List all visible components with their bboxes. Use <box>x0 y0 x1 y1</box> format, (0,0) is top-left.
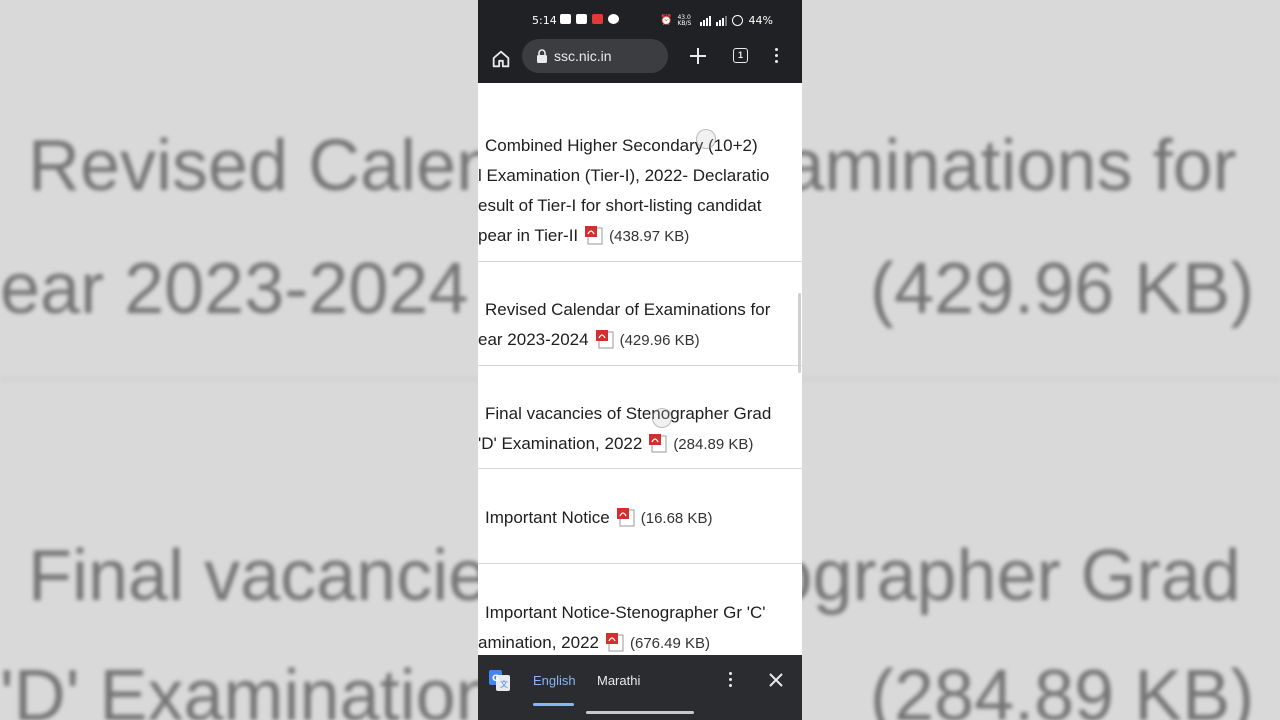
notice-line: Combined Higher Secondary (10+2) <box>485 136 758 155</box>
signal-icon <box>700 15 712 26</box>
notice-list: Combined Higher Secondary (10+2) l Exami… <box>478 83 802 655</box>
notice-line-last: 'D' Examination, 2022 (284.89 KB) <box>478 429 753 460</box>
notice-line-last: Important Notice (16.68 KB) <box>485 503 712 534</box>
battery-icon <box>732 15 744 26</box>
close-icon[interactable] <box>768 672 784 688</box>
network-speed: 43.0 KB/S <box>677 13 692 27</box>
file-size: (676.49 KB) <box>629 635 711 652</box>
notice-line: Revised Calendar of Examinations for <box>485 300 771 319</box>
phone-screen: 5:14 ⏰ 43.0 KB/S 44% ssc.nic.in 1 Combin… <box>478 0 802 720</box>
list-item[interactable]: Revised Calendar of Examinations for ear… <box>478 295 802 365</box>
pdf-icon[interactable] <box>605 632 624 652</box>
tab-marathi[interactable]: Marathi <box>597 673 640 688</box>
system-icons: ⏰ 43.0 KB/S 44% <box>660 14 773 27</box>
list-item[interactable]: Important Notice-Stenographer Gr 'C' ami… <box>478 598 802 655</box>
signal-icon-2 <box>716 15 728 26</box>
file-size: (438.97 KB) <box>609 228 690 245</box>
notification-icons <box>560 14 619 24</box>
bg-text-size-2: (284.89 KB) <box>870 656 1255 720</box>
home-icon[interactable] <box>490 48 512 70</box>
pdf-icon[interactable] <box>595 329 614 349</box>
notice-line-last: pear in Tier-II (438.97 KB) <box>478 221 689 252</box>
divider <box>478 468 802 469</box>
list-item[interactable]: Combined Higher Secondary (10+2) l Exami… <box>478 131 802 261</box>
browser-toolbar: ssc.nic.in 1 <box>478 39 802 83</box>
tab-switcher-button[interactable]: 1 <box>733 48 748 63</box>
svg-text:文: 文 <box>500 679 508 689</box>
spotify-icon <box>608 14 619 24</box>
list-item[interactable]: Important Notice (16.68 KB) <box>478 503 802 543</box>
tab-english[interactable]: English <box>533 673 576 688</box>
notice-line: Final vacancies of Stenographer Grad <box>485 404 772 423</box>
gesture-nav-handle[interactable] <box>586 711 694 714</box>
divider <box>478 365 802 366</box>
notice-line: amination, 2022 <box>478 633 599 652</box>
file-size: (16.68 KB) <box>640 510 713 527</box>
bg-text-size-1: (429.96 KB) <box>870 249 1255 329</box>
translate-bar: G 文 English Marathi <box>478 655 802 720</box>
svg-text:G: G <box>492 674 499 684</box>
alarm-icon: ⏰ <box>660 15 673 26</box>
notice-line-last: ear 2023-2024 (429.96 KB) <box>478 325 700 356</box>
notice-line: esult of Tier-I for short-listing candid… <box>478 196 762 215</box>
address-bar[interactable]: ssc.nic.in <box>522 39 668 73</box>
file-size: (284.89 KB) <box>673 436 754 453</box>
url-text: ssc.nic.in <box>554 48 612 64</box>
bg-text-examination: 'D' Examination <box>0 656 496 720</box>
divider <box>478 563 802 564</box>
google-translate-icon: G 文 <box>489 670 510 691</box>
pdf-icon[interactable] <box>584 225 603 245</box>
pdf-icon[interactable] <box>616 507 635 527</box>
divider <box>478 261 802 262</box>
active-tab-indicator <box>533 703 574 706</box>
file-size: (429.96 KB) <box>619 332 700 349</box>
touch-indicator <box>652 408 672 428</box>
recorder-icon <box>592 14 603 24</box>
notice-line: 'D' Examination, 2022 <box>478 434 643 453</box>
notice-line: Important Notice <box>485 508 610 527</box>
bg-text-year: ear 2023-2024 <box>0 249 469 329</box>
pdf-icon[interactable] <box>648 433 667 453</box>
browser-menu-icon[interactable] <box>773 48 779 66</box>
lock-icon <box>537 49 547 63</box>
translate-more-icon[interactable] <box>727 672 733 690</box>
notice-line: pear in Tier-II <box>478 226 579 245</box>
touch-indicator <box>696 129 716 149</box>
notice-line-last: amination, 2022 (676.49 KB) <box>478 628 710 655</box>
battery-percent: 44% <box>748 14 773 27</box>
notice-line: l Examination (Tier-I), 2022- Declaratio <box>478 166 770 185</box>
new-tab-icon[interactable] <box>687 45 709 67</box>
status-time: 5:14 <box>532 14 557 27</box>
notice-line: ear 2023-2024 <box>478 330 589 349</box>
notice-line: Important Notice-Stenographer Gr 'C' <box>485 603 766 622</box>
status-bar: 5:14 ⏰ 43.0 KB/S 44% <box>478 0 802 40</box>
app-icon <box>576 14 587 24</box>
list-item[interactable]: Final vacancies of Stenographer Grad 'D'… <box>478 399 802 469</box>
scrollbar[interactable] <box>798 293 801 373</box>
youtube-icon <box>560 14 571 24</box>
